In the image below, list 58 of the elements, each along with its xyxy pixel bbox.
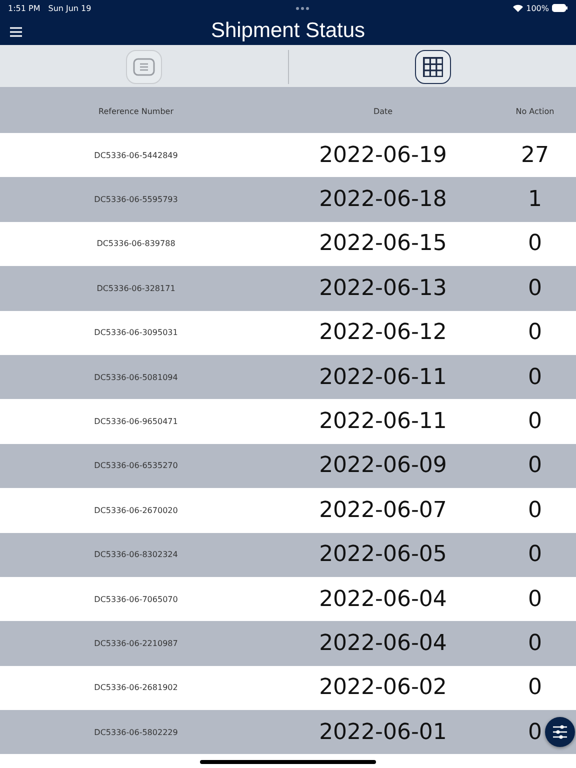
reference-number: DC5336-06-7065070 [94, 594, 178, 604]
date-cell: 2022-06-05 [319, 542, 447, 568]
no-action-count: 0 [528, 498, 542, 523]
menu-button[interactable] [10, 25, 22, 35]
reference-number: DC5336-06-5802229 [94, 728, 178, 737]
no-action-count: 0 [528, 231, 542, 256]
no-action-count: 0 [528, 409, 542, 434]
date-cell: 2022-06-15 [319, 231, 447, 256]
date-cell: 2022-06-19 [319, 142, 447, 168]
sliders-icon [551, 724, 569, 740]
grid-icon [422, 56, 444, 78]
wifi-icon [513, 4, 524, 12]
reference-number: DC5336-06-9650471 [94, 417, 178, 426]
column-header: Date [373, 106, 393, 116]
reference-number: DC5336-06-5081094 [94, 372, 178, 382]
no-action-count: 0 [528, 720, 542, 745]
no-action-count: 0 [528, 630, 542, 656]
date-cell: 2022-06-04 [319, 630, 447, 656]
status-date: Sun Jun 19 [48, 4, 92, 12]
reference-number: DC5336-06-2681902 [94, 683, 178, 692]
reference-number: DC5336-06-5595793 [94, 195, 178, 204]
column-header: No Action [516, 106, 554, 116]
date-cell: 2022-06-12 [319, 320, 447, 346]
date-cell: 2022-06-09 [319, 453, 447, 478]
reference-number: DC5336-06-6535270 [94, 461, 178, 470]
list-icon [133, 58, 155, 76]
no-action-count: 1 [528, 187, 542, 212]
reference-number: DC5336-06-8302324 [94, 550, 178, 560]
date-cell: 2022-06-13 [319, 276, 447, 301]
no-action-count: 0 [528, 542, 542, 568]
reference-number: DC5336-06-2210987 [94, 638, 178, 648]
no-action-count: 0 [528, 675, 542, 700]
no-action-count: 0 [528, 586, 542, 612]
reference-number: DC5336-06-5442849 [94, 150, 178, 160]
reference-number: DC5336-06-2670020 [94, 506, 178, 515]
date-cell: 2022-06-18 [319, 187, 447, 212]
menu-icon [10, 27, 22, 37]
date-cell: 2022-06-04 [319, 586, 447, 612]
reference-number: DC5336-06-839788 [96, 239, 176, 248]
date-cell: 2022-06-02 [319, 675, 447, 700]
battery-percent: 100% [526, 4, 549, 12]
date-cell: 2022-06-07 [319, 498, 447, 523]
no-action-count: 0 [528, 276, 542, 301]
date-cell: 2022-06-11 [319, 409, 447, 434]
multitask-icon[interactable] [296, 6, 309, 10]
battery-icon [552, 4, 568, 12]
reference-number: DC5336-06-3095031 [94, 328, 178, 338]
no-action-count: 0 [528, 453, 542, 478]
no-action-count: 27 [521, 142, 549, 168]
status-time: 1:51 PM [8, 4, 40, 12]
column-header: Reference Number [98, 106, 174, 116]
date-cell: 2022-06-11 [319, 364, 447, 390]
reference-number: DC5336-06-328171 [96, 284, 176, 293]
grid-view-button[interactable] [414, 50, 450, 84]
no-action-count: 0 [528, 320, 542, 346]
date-cell: 2022-06-01 [319, 720, 447, 745]
no-action-count: 0 [528, 364, 542, 390]
page-title: Shipment Status [210, 18, 366, 42]
